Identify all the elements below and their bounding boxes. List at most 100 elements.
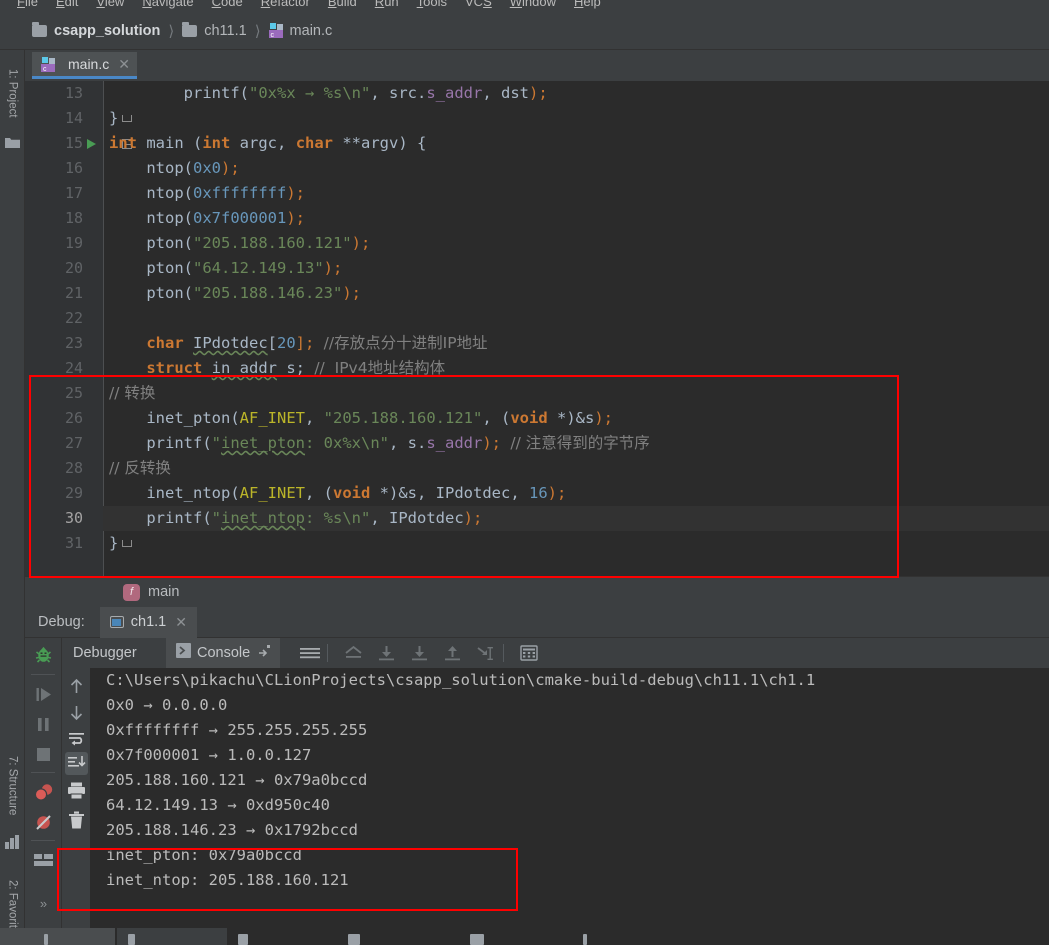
line-number: 27 [64,434,83,452]
menu-item-view[interactable]: View [87,0,133,11]
line-number: 21 [64,284,83,302]
code-line[interactable]: 16 ntop(0x0); [25,156,1049,181]
code-line[interactable]: 18 ntop(0x7f000001); [25,206,1049,231]
menu-item-help[interactable]: Help [565,0,610,11]
console-prompt-icon [176,643,191,663]
breadcrumb-item-file[interactable]: c main.c [268,23,332,39]
divider [327,644,328,662]
menu-item-navigate[interactable]: Navigate [133,0,202,11]
menu-item-refactor[interactable]: Refactor [252,0,319,11]
code-text: ntop(0x7f000001); [109,209,305,227]
line-number: 24 [64,359,83,377]
debug-session-controls: » [25,638,62,928]
line-number: 31 [64,534,83,552]
code-line[interactable]: 17 ntop(0xffffffff); [25,181,1049,206]
menu-item-tools[interactable]: Tools [408,0,456,11]
code-line[interactable]: 13 printf("0x%x → %s\n", src.s_addr, dst… [25,81,1049,106]
menu-item-edit[interactable]: Edit [47,0,87,11]
console-line: 64.12.149.13 → 0xd950c40 [106,796,330,814]
close-icon[interactable]: ✕ [118,56,130,73]
sidebar-item-structure[interactable]: 7: Structure [0,740,25,832]
close-icon[interactable]: ✕ [175,614,187,631]
menu-item-vcs[interactable]: VCS [456,0,501,11]
structure-icon[interactable] [5,835,20,849]
print-icon[interactable] [66,780,87,806]
editor-structure-breadcrumb[interactable]: f main [25,576,1049,607]
scroll-down-icon[interactable] [66,702,87,728]
breadcrumb-item-project[interactable]: csapp_solution [32,21,161,39]
pause-program-icon[interactable] [33,714,54,735]
console-line: 205.188.160.121 → 0x79a0bccd [106,771,368,789]
run-to-cursor-icon[interactable] [465,638,507,668]
left-tool-strip: 1: Project 7: Structure 2: Favorites [0,50,25,945]
code-line[interactable]: 19 pton("205.188.160.121"); [25,231,1049,256]
resume-program-icon[interactable] [33,684,54,705]
code-line[interactable]: 20 pton("64.12.149.13"); [25,256,1049,281]
tab-debugger[interactable]: Debugger [63,638,147,668]
debug-tool-window-header: Debug: ch1.1 ✕ [25,606,1049,638]
breadcrumb: csapp_solution ⟩ ch11.1 ⟩ c main.c [0,12,1049,50]
line-number: 14 [64,109,83,127]
divider [31,840,55,841]
code-line[interactable]: 31} [25,531,1049,556]
run-gutter-icon[interactable] [87,139,96,149]
clear-all-icon[interactable] [66,810,87,836]
status-icon [128,934,135,945]
more-icon[interactable]: » [33,893,54,914]
code-line[interactable]: 27 printf("inet_pton: 0x%x\n", s.s_addr)… [25,431,1049,456]
restore-layout-icon[interactable] [33,850,54,871]
sidebar-item-project[interactable]: 1: Project [0,54,25,132]
code-text: pton("205.188.146.23"); [109,284,361,302]
menu-item-window[interactable]: Window [501,0,565,11]
code-text: } [109,534,119,552]
breadcrumb-project-label: csapp_solution [54,22,161,39]
scroll-to-end-icon[interactable] [65,752,88,775]
tab-main-c[interactable]: c main.c ✕ [32,52,137,79]
console-output[interactable]: C:\Users\pikachu\CLionProjects\csapp_sol… [90,668,1049,928]
code-line[interactable]: 22 [25,306,1049,331]
line-number: 18 [64,209,83,227]
console-line: C:\Users\pikachu\CLionProjects\csapp_sol… [106,671,816,689]
bug-icon[interactable] [33,644,54,665]
status-icon [348,934,360,945]
breadcrumb-separator-2: ⟩ [254,22,261,40]
line-number: 13 [64,84,83,102]
c-file-icon: c [41,56,56,73]
console-line: 205.188.146.23 → 0x1792bccd [106,821,358,839]
evaluate-expression-icon[interactable] [510,638,548,668]
code-line[interactable]: 25 // 转换 [25,381,1049,406]
status-icon [238,934,248,945]
menu-item-build[interactable]: Build [319,0,366,11]
mute-breakpoints-icon[interactable] [33,812,54,833]
detach-icon[interactable] [258,644,271,662]
c-file-icon: c [268,23,284,39]
stop-icon[interactable] [33,744,54,765]
scroll-up-icon[interactable] [66,676,87,702]
code-line[interactable]: 29 inet_ntop(AF_INET, (void *)&s, IPdotd… [25,481,1049,506]
code-editor[interactable]: 13 printf("0x%x → %s\n", src.s_addr, dst… [25,81,1049,576]
menu-item-run[interactable]: Run [366,0,408,11]
code-line[interactable]: 28 // 反转换 [25,456,1049,481]
code-text: pton("205.188.160.121"); [109,234,371,252]
code-text: } [109,109,119,127]
debug-tabs-row: Debugger Console [63,638,1049,668]
line-number: 15 [64,134,83,152]
menu-item-file[interactable]: File [8,0,47,11]
code-line[interactable]: 15 int main (int argc, char **argv) { [25,131,1049,156]
soft-wrap-toggle[interactable] [289,638,331,668]
code-line[interactable]: 26 inet_pton(AF_INET, "205.188.160.121",… [25,406,1049,431]
code-line[interactable]: 21 pton("205.188.146.23"); [25,281,1049,306]
code-line[interactable]: 23 char IPdotdec[20]; //存放点分十进制IP地址 [25,331,1049,356]
code-text: inet_pton(AF_INET, "205.188.160.121", (v… [109,409,613,427]
debug-session-tab[interactable]: ch1.1 ✕ [99,606,197,638]
soft-wrap-icon[interactable] [66,728,87,754]
tab-console[interactable]: Console [166,638,281,668]
menu-item-code[interactable]: Code [203,0,252,11]
divider [31,772,55,773]
code-line[interactable]: 30 printf("inet_ntop: %s\n", IPdotdec); [25,506,1049,531]
view-breakpoints-icon[interactable] [33,782,54,803]
breadcrumb-item-folder[interactable]: ch11.1 [182,21,247,39]
folder-icon[interactable] [5,136,20,150]
code-line[interactable]: 24 struct in_addr s; // IPv4地址结构体 [25,356,1049,381]
code-line[interactable]: 14} [25,106,1049,131]
